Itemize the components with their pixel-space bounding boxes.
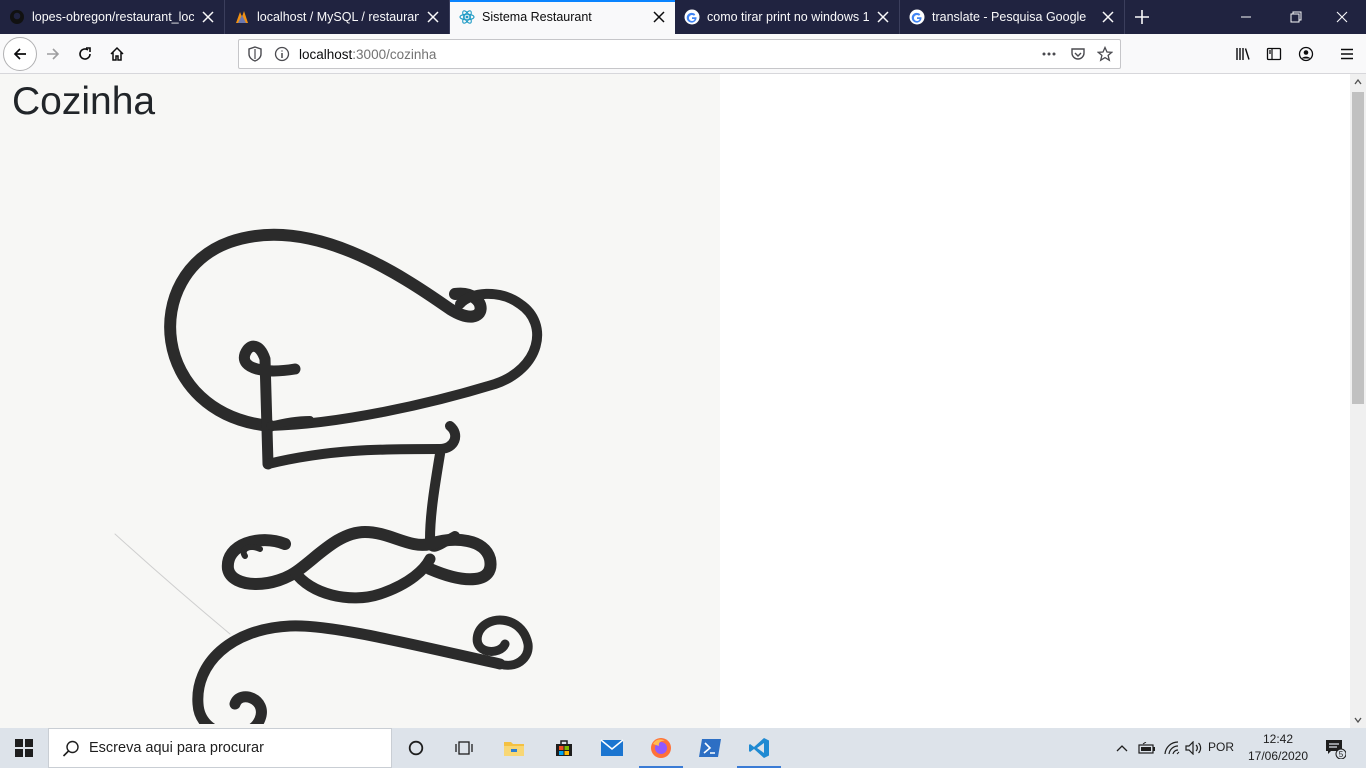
file-explorer-button[interactable]	[490, 728, 538, 768]
tab-title: localhost / MySQL / restaurant	[257, 10, 419, 24]
tab-phpmyadmin[interactable]: localhost / MySQL / restaurant	[225, 0, 450, 34]
vscode-icon	[749, 738, 769, 758]
sidebar-button[interactable]	[1258, 38, 1290, 70]
close-tab-icon[interactable]	[425, 9, 441, 25]
scroll-up-arrow-icon[interactable]	[1350, 74, 1366, 90]
kitchen-panel: Cozinha	[0, 74, 720, 728]
google-icon	[684, 9, 700, 25]
react-icon	[459, 9, 475, 25]
wifi-icon	[1164, 741, 1180, 755]
task-view-button[interactable]	[440, 728, 488, 768]
mail-button[interactable]	[588, 728, 636, 768]
wifi-tray-button[interactable]	[1162, 728, 1182, 768]
search-placeholder: Escreva aqui para procurar	[89, 740, 264, 756]
pocket-icon[interactable]	[1069, 45, 1087, 63]
system-clock[interactable]: 12:42 17/06/2020	[1244, 731, 1312, 765]
close-window-button[interactable]	[1318, 0, 1366, 34]
tab-sistema-restaurant[interactable]: Sistema Restaurant	[450, 0, 675, 34]
bookmark-star-icon[interactable]	[1096, 45, 1114, 63]
clock-time: 12:42	[1262, 732, 1294, 746]
navigation-toolbar: localhost:3000/cozinha	[0, 34, 1366, 74]
cortana-button[interactable]	[392, 728, 440, 768]
tab-strip: lopes-obregon/restaurant_local localhost…	[0, 0, 1366, 34]
arrow-left-icon	[13, 48, 26, 60]
close-tab-icon[interactable]	[1100, 9, 1116, 25]
tab-title: lopes-obregon/restaurant_local	[32, 10, 194, 24]
cortana-icon	[408, 740, 424, 756]
tab-translate[interactable]: translate - Pesquisa Google	[900, 0, 1125, 34]
input-language[interactable]: POR	[1208, 740, 1234, 754]
arrow-right-icon	[47, 48, 60, 60]
search-icon	[62, 740, 79, 757]
firefox-icon	[651, 738, 671, 758]
menu-button[interactable]	[1331, 38, 1363, 70]
folder-icon	[504, 742, 524, 756]
home-icon	[110, 46, 124, 61]
powershell-icon	[699, 739, 721, 757]
scroll-down-arrow-icon[interactable]	[1350, 712, 1366, 728]
close-tab-icon[interactable]	[651, 9, 667, 25]
taskbar-search-box[interactable]: Escreva aqui para procurar	[48, 728, 392, 768]
back-button[interactable]	[3, 37, 37, 71]
clock-date: 17/06/2020	[1247, 749, 1309, 763]
library-icon	[1236, 48, 1250, 60]
more-actions-icon[interactable]	[1040, 45, 1058, 63]
github-icon	[9, 9, 25, 25]
page-title: Cozinha	[12, 80, 156, 123]
notification-icon: 5	[1326, 740, 1346, 759]
info-icon[interactable]	[273, 45, 291, 63]
tab-como-tirar-print[interactable]: como tirar print no windows 10	[675, 0, 900, 34]
reload-icon	[79, 47, 91, 60]
home-button[interactable]	[101, 38, 133, 70]
url-bar[interactable]: localhost:3000/cozinha	[238, 39, 1121, 69]
chevron-up-icon	[1116, 745, 1128, 752]
firefox-taskbar-button[interactable]	[637, 728, 685, 768]
restore-button[interactable]	[1272, 0, 1320, 34]
hamburger-icon	[1341, 48, 1353, 60]
volume-icon	[1185, 741, 1202, 755]
notification-center-button[interactable]: 5	[1320, 728, 1350, 768]
show-hidden-icons-button[interactable]	[1113, 728, 1131, 768]
url-text: localhost:3000/cozinha	[299, 47, 437, 62]
library-button[interactable]	[1227, 38, 1259, 70]
account-icon	[1298, 46, 1314, 62]
tab-github[interactable]: lopes-obregon/restaurant_local	[0, 0, 225, 34]
restore-icon	[1290, 11, 1302, 23]
new-tab-button[interactable]	[1125, 0, 1159, 34]
scrollbar-thumb[interactable]	[1352, 92, 1364, 404]
reload-button[interactable]	[69, 38, 101, 70]
close-icon	[1336, 11, 1348, 23]
minimize-button[interactable]	[1222, 0, 1270, 34]
sidebar-icon	[1266, 47, 1282, 61]
mail-icon	[600, 739, 624, 756]
store-button[interactable]	[540, 728, 588, 768]
chef-logo-image	[114, 228, 543, 724]
phpmyadmin-icon	[234, 9, 250, 25]
minimize-icon	[1241, 16, 1251, 18]
battery-icon	[1138, 742, 1155, 754]
forward-button[interactable]	[37, 38, 69, 70]
tab-title: como tirar print no windows 10	[707, 10, 869, 24]
tab-title: Sistema Restaurant	[482, 10, 592, 24]
page-scrollbar[interactable]	[1350, 74, 1366, 728]
task-view-icon	[455, 741, 473, 755]
tab-title: translate - Pesquisa Google	[932, 10, 1087, 24]
account-button[interactable]	[1290, 38, 1322, 70]
shield-icon[interactable]	[246, 45, 264, 63]
volume-tray-button[interactable]	[1184, 728, 1204, 768]
close-tab-icon[interactable]	[875, 9, 891, 25]
page-viewport: Cozinha	[0, 74, 1350, 728]
plus-icon	[1135, 10, 1149, 24]
notification-count: 5	[1339, 750, 1344, 759]
start-button[interactable]	[0, 728, 48, 768]
battery-tray-button[interactable]	[1137, 728, 1157, 768]
windows-taskbar: Escreva aqui para procurar POR 12:42 17/…	[0, 728, 1366, 768]
vscode-taskbar-button[interactable]	[735, 728, 783, 768]
powershell-button[interactable]	[686, 728, 734, 768]
close-tab-icon[interactable]	[200, 9, 216, 25]
google-icon	[909, 9, 925, 25]
windows-logo-icon	[15, 739, 33, 757]
store-icon	[556, 740, 572, 756]
